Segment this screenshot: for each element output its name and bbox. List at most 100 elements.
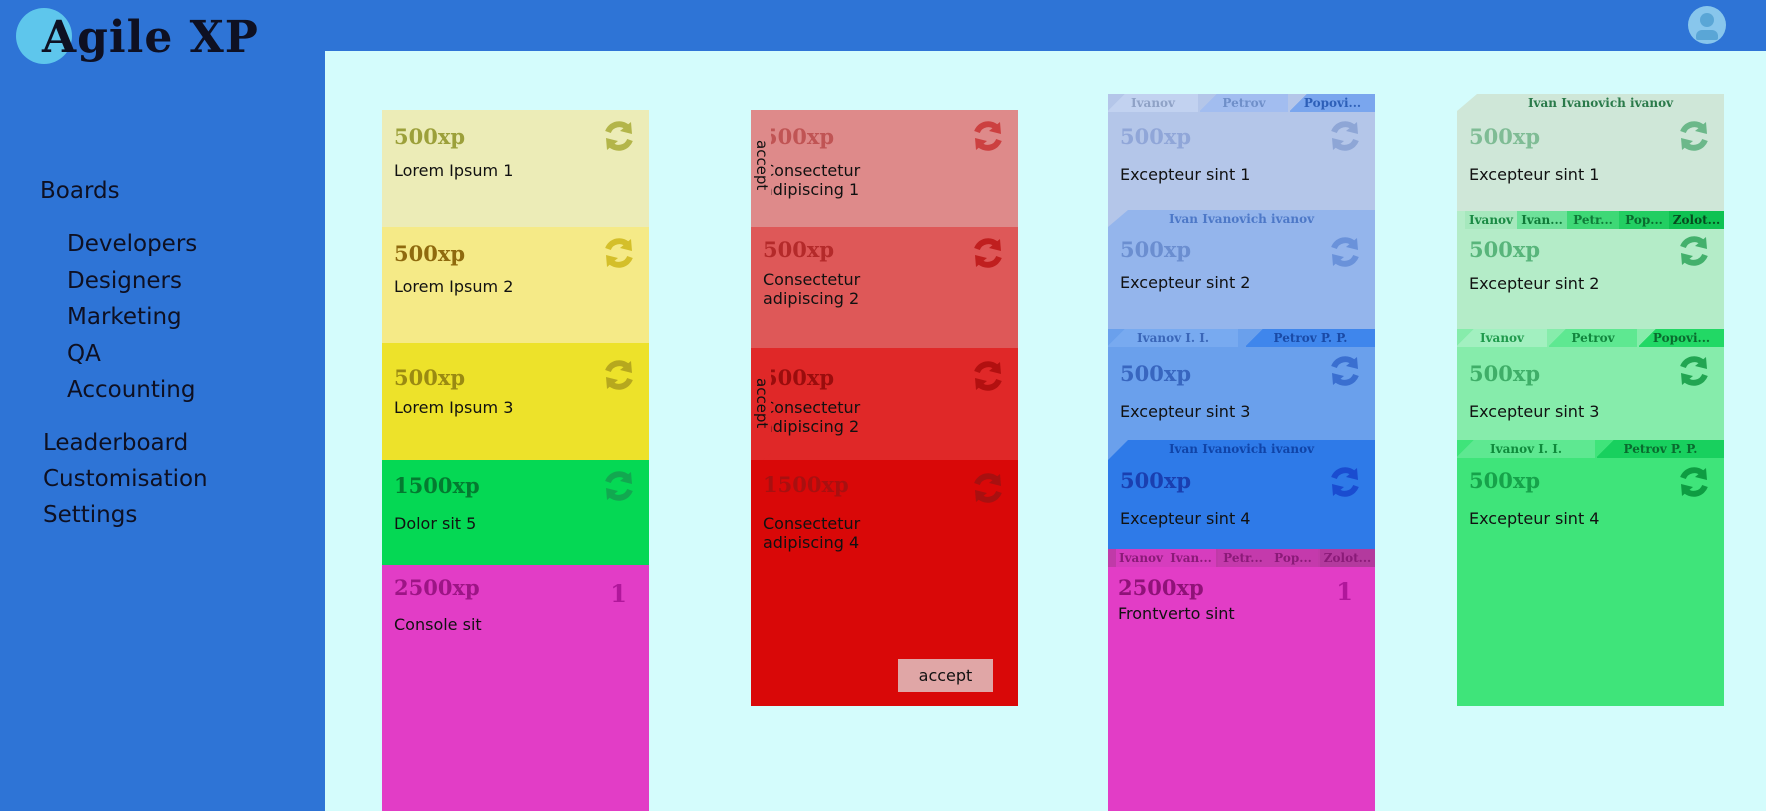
task-card[interactable]: 2500xp Console sit 1	[382, 565, 649, 811]
task-card[interactable]: Ivanov Ivan... Petr... Pop... Zolot... 2…	[1108, 549, 1375, 811]
assignee-tab[interactable]: Petrov	[1200, 94, 1288, 112]
refresh-icon[interactable]	[970, 358, 1006, 394]
assignee-tab[interactable]: Petr...	[1567, 211, 1619, 229]
assignee-tabs: Ivanov I. I. Petrov P. P.	[1108, 329, 1375, 347]
nav-board-qa[interactable]: QA	[67, 341, 101, 367]
xp-value: 500xp	[763, 237, 835, 262]
task-title: Excepteur sint 3	[1120, 402, 1251, 421]
task-card[interactable]: 1500xp Consectetur adipiscing 4 accept	[751, 460, 1018, 706]
assignee-tab[interactable]: Zolot...	[1669, 211, 1724, 229]
assignee-tabs: Ivanov Ivan... Petr... Pop... Zolot...	[1457, 211, 1724, 229]
assignee-tab[interactable]: Ivanov	[1116, 549, 1166, 567]
sidebar-nav: Boards Developers Designers Marketing QA…	[0, 0, 325, 811]
assignee-tabs: Ivanov Petrov Popovi...	[1457, 329, 1724, 347]
task-title: Excepteur sint 1	[1120, 165, 1251, 184]
task-title: Consectetur adipiscing 2	[763, 270, 861, 308]
task-card[interactable]: 500xp Consectetur adipiscing 1	[751, 110, 1018, 227]
nav-leaderboard[interactable]: Leaderboard	[43, 430, 188, 456]
task-title: Consectetur adipiscing 4	[763, 514, 861, 552]
refresh-icon[interactable]	[601, 357, 637, 393]
assignee-tab[interactable]: Ivanov	[1457, 329, 1547, 347]
assignee-tab[interactable]: Pop...	[1268, 549, 1318, 567]
task-card[interactable]: 500xp Lorem Ipsum 1	[382, 110, 649, 227]
assignee-tabs: Ivan Ivanovich ivanov	[1108, 440, 1375, 458]
xp-value: 500xp	[394, 365, 466, 390]
assignee-tab[interactable]: Popovi...	[1290, 94, 1375, 112]
refresh-icon[interactable]	[1327, 118, 1363, 154]
task-title: Excepteur sint 2	[1120, 273, 1251, 292]
nav-board-marketing[interactable]: Marketing	[67, 304, 182, 330]
refresh-icon[interactable]	[970, 470, 1006, 506]
refresh-icon[interactable]	[1676, 464, 1712, 500]
user-avatar-icon[interactable]	[1688, 6, 1726, 44]
accept-side-tab[interactable]: accept	[751, 110, 771, 232]
assignee-tab[interactable]: Ivan Ivanovich ivanov	[1108, 210, 1375, 228]
assignee-tab[interactable]: Petr...	[1218, 549, 1268, 567]
assignee-tab[interactable]: Popovi...	[1639, 329, 1724, 347]
task-title: Consectetur adipiscing 2	[763, 398, 861, 436]
task-card[interactable]: Ivanov Petrov Popovi... 500xp Excepteur …	[1457, 329, 1724, 452]
assignee-tab[interactable]: Ivan Ivanovich ivanov	[1477, 94, 1724, 112]
nav-board-accounting[interactable]: Accounting	[67, 377, 195, 403]
task-card[interactable]: 500xp Consectetur adipiscing 2	[751, 348, 1018, 460]
task-card[interactable]: 500xp Consectetur adipiscing 2	[751, 227, 1018, 348]
task-title: Excepteur sint 2	[1469, 274, 1600, 293]
assignee-tab[interactable]: Ivan...	[1166, 549, 1216, 567]
assignee-tabs: Ivan Ivanovich ivanov	[1108, 210, 1375, 228]
refresh-icon[interactable]	[1327, 464, 1363, 500]
assignee-tab[interactable]: Petrov	[1549, 329, 1637, 347]
refresh-icon[interactable]	[1327, 234, 1363, 270]
refresh-icon[interactable]	[601, 468, 637, 504]
refresh-icon[interactable]	[601, 118, 637, 154]
assignee-tab[interactable]: Ivanov I. I.	[1457, 440, 1595, 458]
xp-value: 2500xp	[1118, 575, 1204, 600]
assignee-tab[interactable]: Petrov P. P.	[1246, 329, 1375, 347]
assignee-tab[interactable]: Ivanov	[1465, 211, 1517, 229]
refresh-icon[interactable]	[601, 235, 637, 271]
accept-button[interactable]: accept	[898, 659, 993, 692]
assignee-tab[interactable]: Ivanov I. I.	[1108, 329, 1238, 347]
nav-board-developers[interactable]: Developers	[67, 231, 197, 257]
task-title: Excepteur sint 4	[1120, 509, 1251, 528]
nav-settings[interactable]: Settings	[43, 502, 137, 528]
refresh-icon[interactable]	[1676, 353, 1712, 389]
task-card[interactable]: 500xp Lorem Ipsum 3	[382, 343, 649, 460]
task-card[interactable]: Ivan Ivanovich ivanov 500xp Excepteur si…	[1108, 210, 1375, 343]
task-card[interactable]: 500xp Lorem Ipsum 2	[382, 227, 649, 343]
task-card[interactable]: Ivan Ivanovich ivanov 500xp Excepteur si…	[1108, 440, 1375, 565]
task-card[interactable]: Ivanov Petrov Popovi... 500xp Excepteur …	[1108, 94, 1375, 227]
assignee-tab[interactable]: Petrov P. P.	[1597, 440, 1724, 458]
xp-value: 500xp	[1120, 124, 1192, 149]
assignee-tab[interactable]: Pop...	[1619, 211, 1669, 229]
board-area: 500xp Lorem Ipsum 1 500xp Lorem Ipsum 2 …	[325, 51, 1766, 811]
assignee-tabs: Ivanov Petrov Popovi...	[1108, 94, 1375, 112]
xp-value: 1500xp	[763, 472, 849, 497]
assignee-tabs: Ivanov Ivan... Petr... Pop... Zolot...	[1108, 549, 1375, 567]
count-badge: 1	[1336, 577, 1353, 606]
xp-value: 500xp	[1469, 361, 1541, 386]
task-card[interactable]: Ivanov I. I. Petrov P. P. 500xp Excepteu…	[1457, 440, 1724, 706]
assignee-tab[interactable]: Ivan...	[1517, 211, 1567, 229]
refresh-icon[interactable]	[1676, 118, 1712, 154]
assignee-tab[interactable]: Zolot...	[1320, 549, 1375, 567]
task-title: Excepteur sint 1	[1469, 165, 1600, 184]
task-card[interactable]: 1500xp Dolor sit 5	[382, 460, 649, 565]
nav-customisation[interactable]: Customisation	[43, 466, 208, 492]
xp-value: 500xp	[1120, 361, 1192, 386]
task-card[interactable]: Ivanov Ivan... Petr... Pop... Zolot... 5…	[1457, 211, 1724, 343]
nav-board-designers[interactable]: Designers	[67, 268, 182, 294]
refresh-icon[interactable]	[1676, 233, 1712, 269]
task-title: Lorem Ipsum 3	[394, 398, 514, 417]
refresh-icon[interactable]	[970, 118, 1006, 154]
refresh-icon[interactable]	[1327, 353, 1363, 389]
nav-boards[interactable]: Boards	[40, 178, 120, 204]
assignee-tab[interactable]: Ivan Ivanovich ivanov	[1108, 440, 1375, 458]
xp-value: 500xp	[1120, 237, 1192, 262]
accept-side-tab[interactable]: accept	[751, 348, 771, 471]
task-card[interactable]: Ivan Ivanovich ivanov 500xp Excepteur si…	[1457, 94, 1724, 211]
xp-value: 500xp	[763, 124, 835, 149]
task-title: Lorem Ipsum 1	[394, 161, 514, 180]
assignee-tab[interactable]: Ivanov	[1108, 94, 1198, 112]
refresh-icon[interactable]	[970, 235, 1006, 271]
accept-label: accept	[753, 378, 771, 429]
